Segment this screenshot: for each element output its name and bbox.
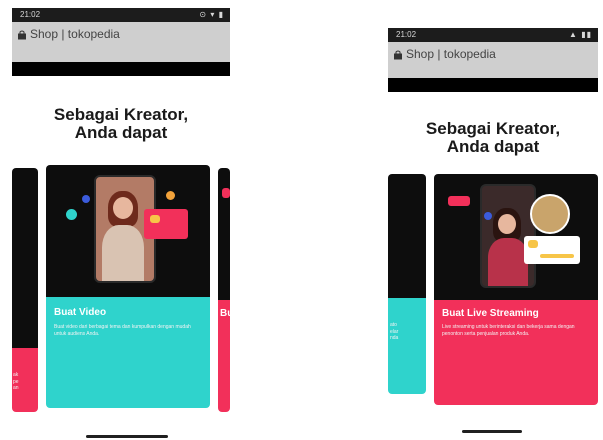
shop-bag-icon <box>394 50 402 60</box>
black-strip <box>12 62 230 76</box>
heart-bubble-icon <box>166 191 175 200</box>
headline-line-1: Sebagai Kreator, <box>53 105 189 124</box>
card-buat-video[interactable]: Buat Video Buat video dari berbagai tema… <box>46 165 210 408</box>
card-previous-peek[interactable]: ak pe an <box>12 168 38 412</box>
status-bar: 21:02 ▲ ▮▮ <box>388 28 598 42</box>
home-indicator[interactable] <box>462 430 522 433</box>
previous-card-text: ak pe an <box>13 372 19 391</box>
home-indicator[interactable] <box>86 435 168 438</box>
card-buat-live-streaming[interactable]: Buat Live Streaming Live streaming untuk… <box>434 174 598 405</box>
headline-line-2: Anda dapat <box>74 122 168 142</box>
product-card-overlay <box>144 209 188 239</box>
card-previous-peek[interactable]: ato elar nda <box>388 174 426 394</box>
like-bubble-icon <box>484 212 492 220</box>
right-phone-screenshot: 21:02 ▲ ▮▮ Shop | tokopedia Sebagai Krea… <box>388 28 598 438</box>
headline-line-1: Sebagai Kreator, <box>425 119 561 138</box>
shop-bag-icon <box>18 30 26 40</box>
status-time: 21:02 <box>20 10 41 19</box>
left-phone-screenshot: 21:02 ⊙ ▾ ▮ Shop | tokopedia Sebagai Kre… <box>12 8 230 438</box>
status-icons: ▲ ▮▮ <box>569 30 592 39</box>
site-title: Shop | tokopedia <box>30 27 120 41</box>
headline: Sebagai Kreator, Anda dapat <box>388 120 598 156</box>
card-title: Buat Video <box>54 307 107 318</box>
product-thumb <box>528 240 538 248</box>
tiktok-bubble-icon <box>66 209 77 220</box>
browser-url-bar[interactable]: Shop | tokopedia <box>12 22 230 62</box>
card-title: Buat Live Streaming <box>442 308 539 319</box>
headline: Sebagai Kreator, Anda dapat <box>12 106 230 142</box>
browser-url-bar[interactable]: Shop | tokopedia <box>388 42 598 78</box>
status-bar: 21:02 ⊙ ▾ ▮ <box>12 8 230 22</box>
status-icons: ⊙ ▾ ▮ <box>199 10 224 19</box>
live-badge <box>448 196 470 206</box>
host-avatar <box>530 194 570 234</box>
card-description: Buat video dari berbagai tema dan kumpul… <box>54 324 191 337</box>
black-strip <box>388 78 598 92</box>
next-card-title: Bu <box>220 308 230 319</box>
previous-card-text: ato elar nda <box>390 322 399 341</box>
card-next-peek[interactable]: Bu <box>218 168 230 412</box>
status-time: 21:02 <box>396 30 417 39</box>
rating-stars <box>540 254 574 258</box>
site-title: Shop | tokopedia <box>406 47 496 61</box>
headline-line-2: Anda dapat <box>446 136 540 156</box>
card-description: Live streaming untuk berinteraksi dan be… <box>442 324 575 337</box>
play-bubble-icon <box>82 195 90 203</box>
product-thumb <box>150 215 160 223</box>
